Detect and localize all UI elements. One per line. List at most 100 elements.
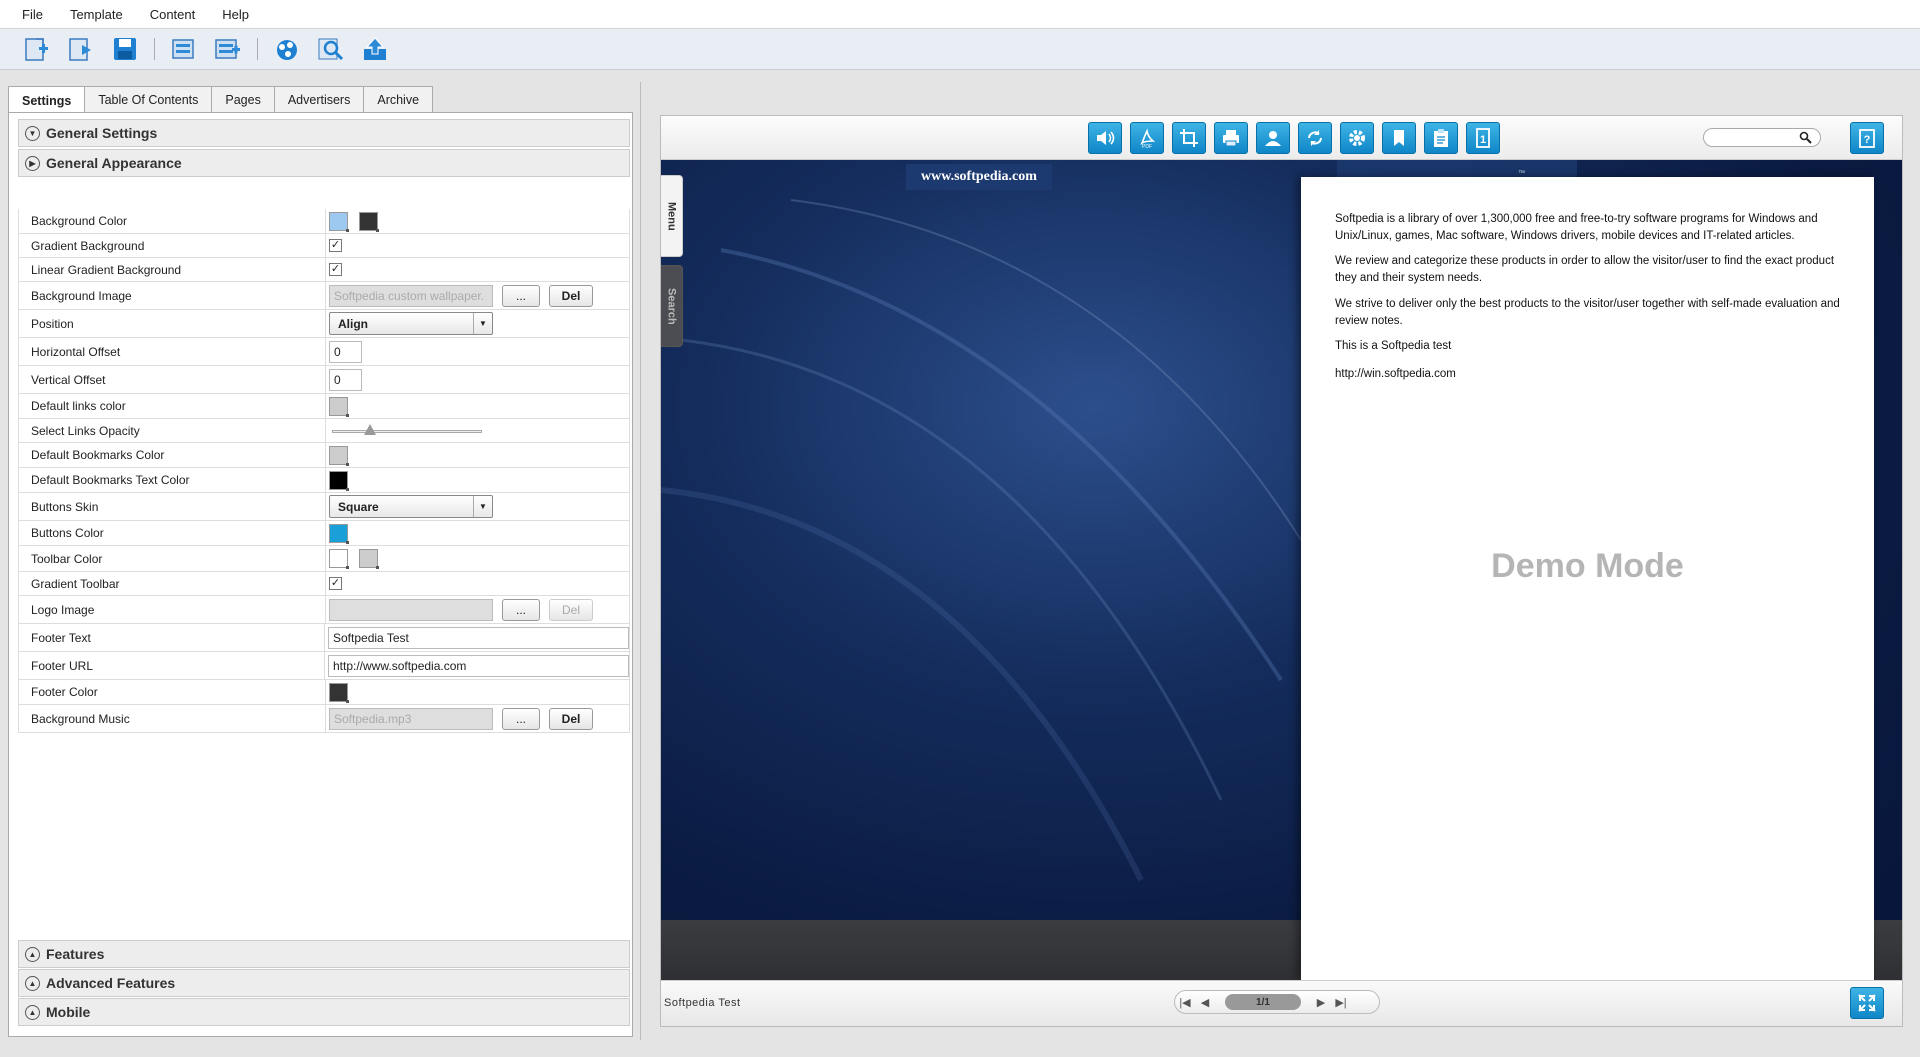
settings-content: ▼ General Settings ▶ General Appearance …: [8, 112, 633, 1037]
section-mobile[interactable]: ▲ Mobile: [18, 998, 630, 1026]
color-swatch[interactable]: [359, 211, 379, 232]
help-icon[interactable]: ?: [1850, 122, 1884, 154]
sound-icon[interactable]: [1088, 122, 1122, 154]
buttons-skin-select[interactable]: Square ▼: [329, 495, 493, 518]
menu-file[interactable]: File: [22, 7, 43, 22]
prop-label: Default links color: [19, 394, 326, 418]
footer-url-input[interactable]: http://www.softpedia.com: [328, 654, 629, 677]
tab-archive[interactable]: Archive: [363, 86, 434, 112]
next-page-icon[interactable]: ▶: [1311, 996, 1331, 1009]
batch-convert-icon[interactable]: [211, 33, 245, 65]
tab-settings[interactable]: Settings: [8, 86, 86, 114]
page-link[interactable]: http://win.softpedia.com: [1335, 366, 1850, 383]
color-swatch[interactable]: [329, 211, 349, 232]
checkbox[interactable]: ✓: [329, 577, 342, 590]
opacity-slider[interactable]: [332, 423, 482, 438]
menu-help[interactable]: Help: [222, 7, 249, 22]
share-icon[interactable]: [1256, 122, 1290, 154]
prop-footer-url: Footer URL http://www.softpedia.com: [19, 652, 629, 680]
viewer-footer: Softpedia Test |◀ ◀ 1/1 ▶ ▶|: [661, 980, 1902, 1026]
footer-text[interactable]: Softpedia Test: [664, 997, 741, 1009]
rotate-icon[interactable]: [1298, 122, 1332, 154]
open-project-icon[interactable]: [64, 33, 98, 65]
new-project-icon[interactable]: [20, 33, 54, 65]
footer-text-input[interactable]: Softpedia Test: [328, 626, 629, 649]
flipbook-viewer: PDF 1 ? Menu Search www.softpedia.com ™ …: [660, 115, 1903, 1027]
viewer-search-input[interactable]: [1703, 128, 1821, 147]
color-swatch[interactable]: [329, 470, 349, 491]
section-general-appearance[interactable]: ▶ General Appearance: [18, 149, 630, 177]
browse-button[interactable]: ...: [502, 284, 540, 307]
prop-select-links-opacity: Select Links Opacity: [19, 419, 629, 443]
prop-position: Position Align ▼: [19, 310, 629, 338]
delete-button[interactable]: Del: [549, 707, 593, 730]
color-swatch[interactable]: [329, 523, 349, 544]
appearance-properties: Background Color Gradient Background ✓ L…: [18, 209, 630, 733]
clipboard-icon[interactable]: [1424, 122, 1458, 154]
save-icon[interactable]: [108, 33, 142, 65]
prop-label: Toolbar Color: [19, 546, 326, 571]
softpedia-banner: www.softpedia.com: [906, 164, 1052, 190]
settings-tabs: Settings Table Of Contents Pages Adverti…: [8, 86, 434, 114]
section-general-settings[interactable]: ▼ General Settings: [18, 119, 630, 147]
menu-template[interactable]: Template: [70, 7, 123, 22]
pdf-icon[interactable]: PDF: [1130, 122, 1164, 154]
import-icon[interactable]: [167, 33, 201, 65]
crop-icon[interactable]: [1172, 122, 1206, 154]
slider-thumb[interactable]: [363, 423, 376, 435]
menu-bar: File Template Content Help: [0, 0, 1920, 29]
prop-label: Gradient Toolbar: [19, 572, 326, 595]
browse-button[interactable]: ...: [502, 598, 540, 621]
bookmark-icon[interactable]: [1382, 122, 1416, 154]
upload-icon[interactable]: [358, 33, 392, 65]
fullscreen-icon[interactable]: [1850, 987, 1884, 1019]
publish-icon[interactable]: [270, 33, 304, 65]
last-page-icon[interactable]: ▶|: [1331, 996, 1351, 1009]
previous-page-icon[interactable]: ◀: [1195, 996, 1215, 1009]
settings-icon[interactable]: [1340, 122, 1374, 154]
vertical-offset-input[interactable]: 0: [329, 368, 362, 391]
color-swatch[interactable]: [329, 682, 349, 703]
page-paragraph: This is a Softpedia test: [1335, 340, 1452, 352]
book-page[interactable]: Softpedia is a library of over 1,300,000…: [1301, 177, 1874, 980]
prop-horizontal-offset: Horizontal Offset 0: [19, 338, 629, 366]
checkbox[interactable]: ✓: [329, 263, 342, 276]
tab-advertisers[interactable]: Advertisers: [273, 86, 365, 112]
prop-gradient-toolbar: Gradient Toolbar ✓: [19, 572, 629, 596]
page-indicator[interactable]: 1/1: [1225, 994, 1301, 1010]
delete-button[interactable]: Del: [549, 284, 593, 307]
collapse-arrow-icon: ▲: [25, 975, 40, 991]
select-value: Square: [338, 499, 379, 514]
color-swatch[interactable]: [329, 549, 349, 569]
prop-label: Vertical Offset: [19, 366, 326, 393]
delete-button[interactable]: Del: [549, 598, 593, 621]
side-tab-menu[interactable]: Menu: [661, 175, 683, 257]
first-page-icon[interactable]: |◀: [1175, 996, 1195, 1009]
prop-toolbar-color: Toolbar Color: [19, 546, 629, 572]
menu-content[interactable]: Content: [150, 7, 196, 22]
color-swatch[interactable]: [329, 396, 349, 417]
section-features[interactable]: ▲ Features: [18, 940, 630, 968]
side-tab-label: Search: [665, 287, 678, 325]
color-swatch[interactable]: [359, 549, 379, 569]
search-icon[interactable]: [1799, 131, 1812, 144]
tab-pages[interactable]: Pages: [211, 86, 275, 112]
prop-linear-gradient-background: Linear Gradient Background ✓: [19, 258, 629, 282]
color-swatch[interactable]: [329, 445, 349, 466]
horizontal-offset-input[interactable]: 0: [329, 340, 362, 363]
background-image-field[interactable]: Softpedia custom wallpaper.: [329, 284, 493, 307]
position-select[interactable]: Align ▼: [329, 312, 493, 335]
checkbox[interactable]: ✓: [329, 239, 342, 252]
browse-button[interactable]: ...: [502, 707, 540, 730]
tab-table-of-contents[interactable]: Table Of Contents: [84, 86, 213, 112]
single-page-icon[interactable]: 1: [1466, 122, 1500, 154]
side-tab-search[interactable]: Search: [661, 265, 683, 347]
logo-image-field[interactable]: [329, 598, 493, 621]
trademark-symbol: ™: [1518, 170, 1525, 177]
prop-label: Footer URL: [19, 652, 325, 679]
print-icon[interactable]: [1214, 122, 1248, 154]
prop-label: Position: [19, 310, 326, 337]
preview-icon[interactable]: [314, 33, 348, 65]
background-music-field[interactable]: Softpedia.mp3: [329, 707, 493, 730]
section-advanced-features[interactable]: ▲ Advanced Features: [18, 969, 630, 997]
